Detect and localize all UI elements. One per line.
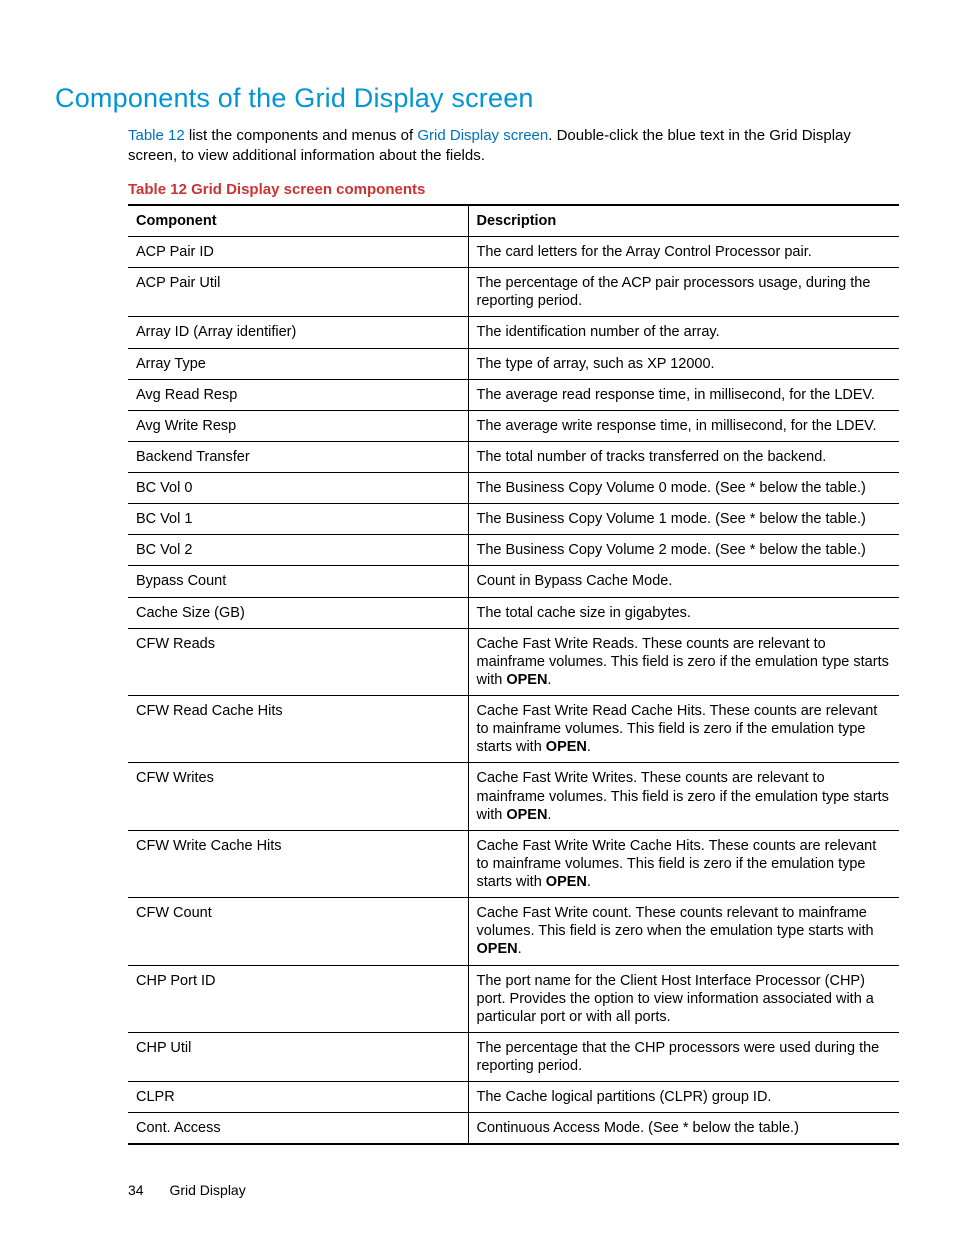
- cell-description-text-after: .: [587, 739, 591, 755]
- components-table: Component Description ACP Pair IDThe car…: [128, 204, 899, 1146]
- cell-component: CFW Count: [128, 898, 468, 965]
- cell-component: Avg Read Resp: [128, 379, 468, 410]
- cell-description: Cache Fast Write count. These counts rel…: [468, 898, 899, 965]
- footer-section-title: Grid Display: [169, 1182, 245, 1198]
- cell-description: Cache Fast Write Read Cache Hits. These …: [468, 696, 899, 763]
- cell-description-text-after: .: [587, 874, 591, 890]
- cell-description-text: Cache Fast Write Write Cache Hits. These…: [477, 838, 877, 890]
- cell-description: The average write response time, in mill…: [468, 410, 899, 441]
- table-row: CFW Read Cache HitsCache Fast Write Read…: [128, 696, 899, 763]
- cell-component: Array ID (Array identifier): [128, 317, 468, 348]
- cell-component: CHP Port ID: [128, 965, 468, 1032]
- table-row: Array TypeThe type of array, such as XP …: [128, 348, 899, 379]
- cell-component: ACP Pair Util: [128, 268, 468, 317]
- cell-component: CLPR: [128, 1082, 468, 1113]
- cell-description-text: Cache Fast Write Read Cache Hits. These …: [477, 703, 878, 755]
- link-grid-display-screen[interactable]: Grid Display screen: [417, 127, 548, 144]
- cell-description: The Cache logical partitions (CLPR) grou…: [468, 1082, 899, 1113]
- cell-component: Cache Size (GB): [128, 597, 468, 628]
- document-page: Components of the Grid Display screen Ta…: [0, 0, 954, 1235]
- table-row: Cont. AccessContinuous Access Mode. (See…: [128, 1113, 899, 1145]
- cell-component: BC Vol 1: [128, 504, 468, 535]
- cell-component: Bypass Count: [128, 566, 468, 597]
- cell-component: ACP Pair ID: [128, 237, 468, 268]
- intro-paragraph: Table 12 list the components and menus o…: [128, 126, 899, 167]
- table-row: CFW WritesCache Fast Write Writes. These…: [128, 763, 899, 830]
- table-row: Avg Write RespThe average write response…: [128, 410, 899, 441]
- cell-component: CFW Reads: [128, 628, 468, 695]
- cell-component: Cont. Access: [128, 1113, 468, 1145]
- cell-description: Cache Fast Write Write Cache Hits. These…: [468, 830, 899, 897]
- cell-component: Backend Transfer: [128, 441, 468, 472]
- cell-description-text-after: .: [547, 807, 551, 823]
- cell-description: The card letters for the Array Control P…: [468, 237, 899, 268]
- cell-component: BC Vol 0: [128, 473, 468, 504]
- cell-description-text-after: .: [518, 941, 522, 957]
- cell-component: CFW Write Cache Hits: [128, 830, 468, 897]
- cell-component: Avg Write Resp: [128, 410, 468, 441]
- cell-description: The total number of tracks transferred o…: [468, 441, 899, 472]
- table-row: BC Vol 1The Business Copy Volume 1 mode.…: [128, 504, 899, 535]
- cell-description: The percentage that the CHP processors w…: [468, 1032, 899, 1081]
- table-row: CFW Write Cache HitsCache Fast Write Wri…: [128, 830, 899, 897]
- cell-description-bold: OPEN: [546, 739, 587, 755]
- cell-component: CHP Util: [128, 1032, 468, 1081]
- intro-text-1: list the components and menus of: [185, 127, 418, 144]
- cell-description: The Business Copy Volume 0 mode. (See * …: [468, 473, 899, 504]
- cell-description-text-after: .: [547, 672, 551, 688]
- page-number: 34: [128, 1182, 144, 1198]
- cell-component: Array Type: [128, 348, 468, 379]
- cell-component: CFW Writes: [128, 763, 468, 830]
- table-row: ACP Pair UtilThe percentage of the ACP p…: [128, 268, 899, 317]
- table-row: Backend TransferThe total number of trac…: [128, 441, 899, 472]
- cell-description-bold: OPEN: [546, 874, 587, 890]
- table-row: CHP Port IDThe port name for the Client …: [128, 965, 899, 1032]
- table-row: CHP UtilThe percentage that the CHP proc…: [128, 1032, 899, 1081]
- cell-description: The total cache size in gigabytes.: [468, 597, 899, 628]
- table-row: BC Vol 2The Business Copy Volume 2 mode.…: [128, 535, 899, 566]
- table-row: Bypass CountCount in Bypass Cache Mode.: [128, 566, 899, 597]
- table-row: CFW Count Cache Fast Write count. These c…: [128, 898, 899, 965]
- table-caption: Table 12 Grid Display screen components: [128, 181, 899, 200]
- cell-description-bold: OPEN: [477, 941, 518, 957]
- table-row: CLPRThe Cache logical partitions (CLPR) …: [128, 1082, 899, 1113]
- cell-description: Count in Bypass Cache Mode.: [468, 566, 899, 597]
- cell-description-bold: OPEN: [506, 807, 547, 823]
- cell-description: The Business Copy Volume 2 mode. (See * …: [468, 535, 899, 566]
- cell-component: BC Vol 2: [128, 535, 468, 566]
- cell-component: CFW Read Cache Hits: [128, 696, 468, 763]
- cell-description: The percentage of the ACP pair processor…: [468, 268, 899, 317]
- cell-description: The port name for the Client Host Interf…: [468, 965, 899, 1032]
- cell-description: The average read response time, in milli…: [468, 379, 899, 410]
- table-row: Avg Read RespThe average read response t…: [128, 379, 899, 410]
- link-table-12[interactable]: Table 12: [128, 127, 185, 144]
- cell-description-bold: OPEN: [506, 672, 547, 688]
- table-row: CFW ReadsCache Fast Write Reads. These c…: [128, 628, 899, 695]
- table-row: Cache Size (GB)The total cache size in g…: [128, 597, 899, 628]
- table-row: Array ID (Array identifier)The identific…: [128, 317, 899, 348]
- cell-description: Cache Fast Write Writes. These counts ar…: [468, 763, 899, 830]
- table-row: ACP Pair IDThe card letters for the Arra…: [128, 237, 899, 268]
- cell-description: Continuous Access Mode. (See * below the…: [468, 1113, 899, 1145]
- table-header-row: Component Description: [128, 205, 899, 237]
- cell-description: The identification number of the array.: [468, 317, 899, 348]
- cell-description-text: Cache Fast Write count. These counts rel…: [477, 905, 874, 939]
- cell-description: The Business Copy Volume 1 mode. (See * …: [468, 504, 899, 535]
- column-header-description: Description: [468, 205, 899, 237]
- cell-description: The type of array, such as XP 12000.: [468, 348, 899, 379]
- page-footer: 34 Grid Display: [128, 1182, 246, 1200]
- column-header-component: Component: [128, 205, 468, 237]
- table-row: BC Vol 0The Business Copy Volume 0 mode.…: [128, 473, 899, 504]
- section-heading: Components of the Grid Display screen: [55, 82, 899, 116]
- cell-description: Cache Fast Write Reads. These counts are…: [468, 628, 899, 695]
